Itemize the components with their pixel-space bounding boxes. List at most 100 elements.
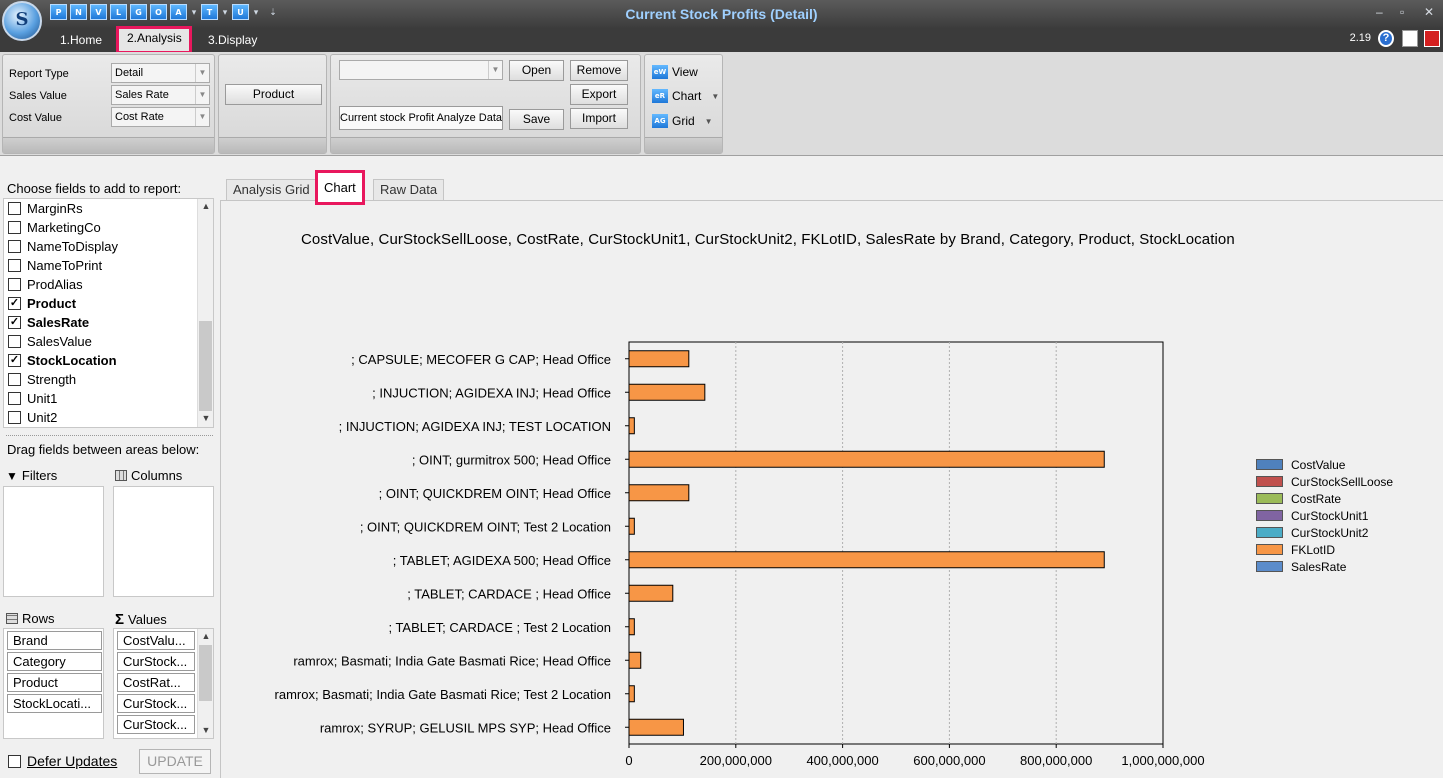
layout-name-field[interactable]: Current stock Profit Analyze Data	[339, 106, 503, 130]
defer-updates[interactable]: Defer Updates	[8, 753, 117, 769]
field-checkbox[interactable]	[8, 240, 21, 253]
value-field-pill[interactable]: CurStock...	[117, 694, 195, 713]
chart-legend: CostValue CurStockSellLoose CostRate CurSto…	[1256, 456, 1393, 575]
value-field-pill[interactable]: CurStock...	[117, 715, 195, 734]
row-field-pill[interactable]: StockLocati...	[7, 694, 102, 713]
columns-area[interactable]	[113, 486, 214, 597]
field-label: Unit2	[27, 410, 58, 425]
filters-area[interactable]	[3, 486, 104, 597]
remove-button[interactable]: Remove	[570, 60, 628, 81]
scroll-up-icon[interactable]: ▲	[198, 201, 214, 211]
row-field-pill[interactable]: Category	[7, 652, 102, 671]
row-field-pill[interactable]: Product	[7, 673, 102, 692]
app-logo-icon[interactable]: S	[2, 1, 42, 41]
chevron-down-icon: ▼	[704, 116, 713, 126]
group-footer	[331, 137, 640, 153]
filters-header: ▼ Filters	[6, 468, 57, 483]
field-item[interactable]: Strength	[8, 370, 76, 389]
value-field-pill[interactable]: CostRat...	[117, 673, 195, 692]
field-item[interactable]: ✓ SalesRate	[8, 313, 89, 332]
value-field-pill[interactable]: CostValu...	[117, 631, 195, 650]
row-field-pill[interactable]: Brand	[7, 631, 102, 650]
field-item[interactable]: ProdAlias	[8, 275, 83, 294]
x-tick-label: 400,000,000	[806, 753, 878, 768]
view-label: View	[672, 65, 698, 79]
field-item[interactable]: ✓ StockLocation	[8, 351, 117, 370]
x-tick-label: 200,000,000	[700, 753, 772, 768]
report-options-group: Report Type Detail ▼ Sales Value Sales Ra…	[2, 54, 215, 154]
tab-display[interactable]: 3.Display	[200, 28, 265, 52]
import-button[interactable]: Import	[570, 108, 628, 129]
scroll-down-icon[interactable]: ▼	[198, 413, 214, 423]
document-icon[interactable]	[1402, 30, 1418, 47]
field-checkbox[interactable]	[8, 373, 21, 386]
values-area[interactable]: ▲ ▼ CostValu... CurStock... CostRat... CurS…	[113, 628, 214, 739]
cost-value-value: Cost Rate	[115, 111, 164, 123]
plot-area	[628, 341, 1164, 745]
grid-button[interactable]: AG Grid ▼	[652, 112, 713, 130]
tab-home[interactable]: 1.Home	[52, 28, 110, 52]
legend-swatch	[1256, 527, 1283, 538]
field-item[interactable]: MarketingCo	[8, 218, 101, 237]
field-checkbox[interactable]	[8, 392, 21, 405]
sales-value-select[interactable]: Sales Rate ▼	[111, 85, 210, 105]
bar	[628, 618, 635, 636]
field-checkbox[interactable]	[8, 278, 21, 291]
legend-label: CostRate	[1291, 491, 1342, 506]
layout-select[interactable]: ▼	[339, 60, 503, 80]
rows-label: Rows	[22, 611, 55, 626]
legend-swatch	[1256, 493, 1283, 504]
layout-group: ▼ Open Remove Export Current stock Profi…	[330, 54, 641, 154]
tab-analysis[interactable]: 2.Analysis	[116, 26, 192, 54]
scroll-thumb[interactable]	[199, 645, 212, 701]
cost-value-select[interactable]: Cost Rate ▼	[111, 107, 210, 127]
values-scrollbar[interactable]: ▲ ▼	[197, 629, 213, 738]
minimize-icon[interactable]: –	[1376, 5, 1383, 19]
bar	[628, 383, 706, 401]
field-checkbox[interactable]	[8, 259, 21, 272]
rows-area[interactable]: Brand Category Product StockLocati...	[3, 628, 104, 739]
field-item[interactable]: MarginRs	[8, 199, 83, 218]
chart-button[interactable]: eR Chart ▼	[652, 87, 719, 105]
field-checkbox[interactable]	[8, 202, 21, 215]
tab-raw-data[interactable]: Raw Data	[373, 179, 445, 200]
open-button[interactable]: Open	[509, 60, 564, 81]
field-item[interactable]: Unit1	[8, 389, 57, 408]
bar	[628, 484, 690, 502]
field-checkbox[interactable]	[8, 221, 21, 234]
field-checkbox[interactable]	[8, 411, 21, 424]
field-item[interactable]: NameToPrint	[8, 256, 102, 275]
view-button[interactable]: eW View	[652, 63, 698, 81]
choose-fields-label: Choose fields to add to report:	[7, 181, 182, 196]
maximize-icon[interactable]: ▫	[1400, 5, 1404, 19]
value-field-pill[interactable]: CurStock...	[117, 652, 195, 671]
scroll-thumb[interactable]	[199, 321, 212, 411]
save-button[interactable]: Save	[509, 109, 564, 130]
defer-checkbox[interactable]	[8, 754, 21, 768]
update-button[interactable]: UPDATE	[139, 749, 211, 774]
export-button[interactable]: Export	[570, 84, 628, 105]
close-icon[interactable]: ✕	[1424, 5, 1434, 19]
product-button[interactable]: Product	[225, 84, 322, 105]
help-icon[interactable]: ?	[1378, 30, 1394, 47]
bar	[628, 450, 1105, 468]
field-checkbox[interactable]: ✓	[8, 354, 21, 367]
tab-analysis-grid[interactable]: Analysis Grid	[226, 179, 317, 200]
field-item[interactable]: SalesValue	[8, 332, 92, 351]
field-item[interactable]: NameToDisplay	[8, 237, 118, 256]
field-item[interactable]: Unit2	[8, 408, 57, 427]
scroll-up-icon[interactable]: ▲	[198, 631, 214, 641]
report-type-select[interactable]: Detail ▼	[111, 63, 210, 83]
field-checkbox[interactable]	[8, 335, 21, 348]
field-item[interactable]: ✓ Product	[8, 294, 76, 313]
field-list-scrollbar[interactable]: ▲ ▼	[197, 199, 213, 427]
tab-chart[interactable]: Chart	[315, 170, 365, 205]
field-checkbox[interactable]: ✓	[8, 316, 21, 329]
chevron-down-icon: ▼	[195, 108, 209, 126]
field-checkbox[interactable]: ✓	[8, 297, 21, 310]
legend-item: CurStockUnit1	[1256, 507, 1393, 524]
rows-icon	[6, 613, 18, 624]
exit-icon[interactable]	[1424, 30, 1440, 47]
scroll-down-icon[interactable]: ▼	[198, 725, 214, 735]
version-label: 2.19	[1349, 32, 1371, 44]
